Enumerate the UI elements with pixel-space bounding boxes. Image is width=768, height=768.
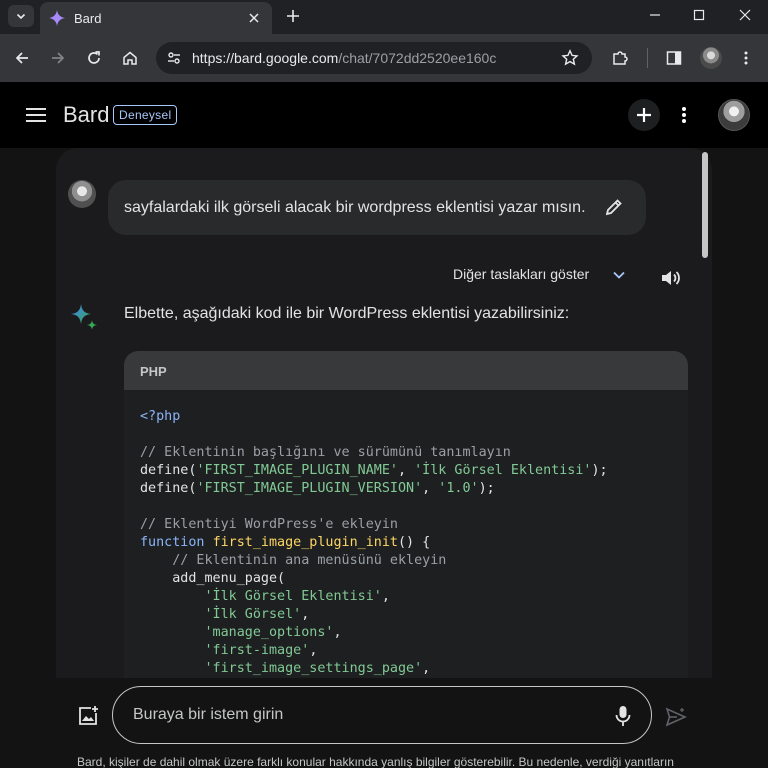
microphone-button[interactable]	[610, 703, 636, 729]
user-message-bubble: sayfalardaki ilk görseli alacak bir word…	[108, 180, 646, 235]
browser-tab-strip: Bard	[0, 0, 768, 34]
side-panel-icon	[666, 51, 682, 65]
close-tab-icon[interactable]	[244, 8, 264, 28]
minimize-button[interactable]	[643, 4, 667, 26]
user-message-text: sayfalardaki ilk görseli alacak bir word…	[124, 199, 586, 216]
address-bar[interactable]: https://bard.google.com/chat/7072dd2520e…	[156, 42, 592, 74]
toolbar-divider	[647, 48, 648, 68]
browser-toolbar: https://bard.google.com/chat/7072dd2520e…	[0, 34, 768, 82]
arrow-left-icon	[15, 52, 28, 64]
puzzle-icon	[613, 51, 628, 65]
response-intro-text: Elbette, aşağıdaki kod ile bir WordPress…	[124, 305, 570, 322]
user-avatar	[68, 180, 96, 208]
microphone-icon	[615, 706, 631, 726]
reload-icon	[88, 51, 100, 64]
experimental-badge: Deneysel	[113, 105, 178, 125]
plus-icon	[637, 108, 651, 122]
code-line: define('FIRST_IMAGE_PLUGIN_VERSION', '1.…	[140, 481, 495, 496]
bard-favicon-icon	[49, 10, 65, 26]
code-line: 'first_image_settings_page',	[204, 661, 431, 676]
upload-image-button[interactable]	[76, 704, 100, 728]
url-text: https://bard.google.com/chat/7072dd2520e…	[192, 50, 496, 66]
chevron-down-icon	[16, 13, 26, 20]
send-icon	[665, 707, 687, 727]
url-host: https://bard.google.com	[192, 50, 339, 66]
close-icon	[739, 9, 751, 21]
arrow-right-icon	[52, 52, 65, 64]
tab-search-button[interactable]	[8, 5, 34, 27]
code-header: PHP	[124, 351, 688, 390]
site-info-icon[interactable]	[164, 48, 184, 68]
code-line: 'first-image',	[204, 643, 318, 658]
code-line: 'İlk Görsel',	[204, 607, 310, 622]
side-panel-button[interactable]	[662, 46, 686, 70]
speaker-icon[interactable]	[658, 266, 682, 290]
code-language-label: PHP	[140, 364, 167, 379]
plus-icon	[287, 10, 299, 22]
code-content: <?php // Eklentinin başlığını ve sürümün…	[140, 408, 608, 678]
code-line: function first_image_plugin_init() {	[140, 535, 431, 550]
show-drafts-link[interactable]: Diğer taslakları göster	[453, 266, 589, 282]
prompt-placeholder: Buraya bir istem girin	[133, 706, 284, 723]
code-line: 'İlk Görsel Eklentisi',	[204, 589, 390, 604]
code-line: add_menu_page(	[140, 571, 286, 586]
browser-profile-avatar[interactable]	[700, 47, 722, 69]
browser-tab-bard[interactable]: Bard	[40, 2, 272, 34]
maximize-icon	[693, 9, 705, 21]
new-tab-button[interactable]	[282, 5, 304, 27]
reload-button[interactable]	[82, 46, 106, 70]
bard-sparkle-icon	[71, 304, 97, 330]
prompt-input[interactable]: Buraya bir istem girin	[112, 686, 652, 744]
add-image-icon	[79, 706, 98, 725]
bookmark-star-icon[interactable]	[560, 48, 580, 68]
home-button[interactable]	[118, 46, 142, 70]
back-button[interactable]	[10, 46, 34, 70]
extensions-button[interactable]	[608, 46, 632, 70]
forward-button[interactable]	[46, 46, 70, 70]
send-button[interactable]	[663, 704, 689, 730]
code-line: <?php	[140, 409, 181, 424]
code-block: PHP <?php // Eklentinin başlığını ve sür…	[124, 351, 688, 678]
home-icon	[123, 51, 137, 65]
maximize-button[interactable]	[687, 4, 711, 26]
app-more-button[interactable]	[672, 103, 696, 127]
more-vertical-icon	[744, 51, 748, 65]
main-menu-button[interactable]	[24, 103, 48, 127]
close-window-button[interactable]	[733, 4, 757, 26]
code-line: 'manage_options',	[204, 625, 342, 640]
minimize-icon	[650, 14, 660, 16]
tab-title: Bard	[74, 10, 102, 26]
app-brand: Bard	[63, 102, 110, 127]
code-line: define('FIRST_IMAGE_PLUGIN_NAME', 'İlk G…	[140, 463, 608, 478]
account-avatar[interactable]	[718, 99, 750, 131]
url-path: /chat/7072dd2520ee160c	[338, 50, 497, 66]
disclaimer-text: Bard, kişiler de dahil olmak üzere farkl…	[77, 755, 674, 768]
chat-scrollbar[interactable]	[702, 152, 708, 258]
code-line: // Eklentinin başlığını ve sürümünü tanı…	[140, 445, 511, 460]
hamburger-icon	[26, 108, 46, 122]
browser-menu-button[interactable]	[734, 46, 758, 70]
new-chat-button[interactable]	[628, 99, 660, 131]
edit-prompt-button[interactable]	[602, 195, 626, 219]
code-line: // Eklentinin ana menüsünü ekleyin	[140, 553, 447, 568]
code-line: // Eklentiyi WordPress'e ekleyin	[140, 517, 398, 532]
more-vertical-icon	[682, 107, 686, 123]
app-header: Bard Deneysel	[0, 82, 768, 148]
pencil-icon	[605, 199, 622, 216]
chevron-down-icon[interactable]	[610, 266, 628, 284]
